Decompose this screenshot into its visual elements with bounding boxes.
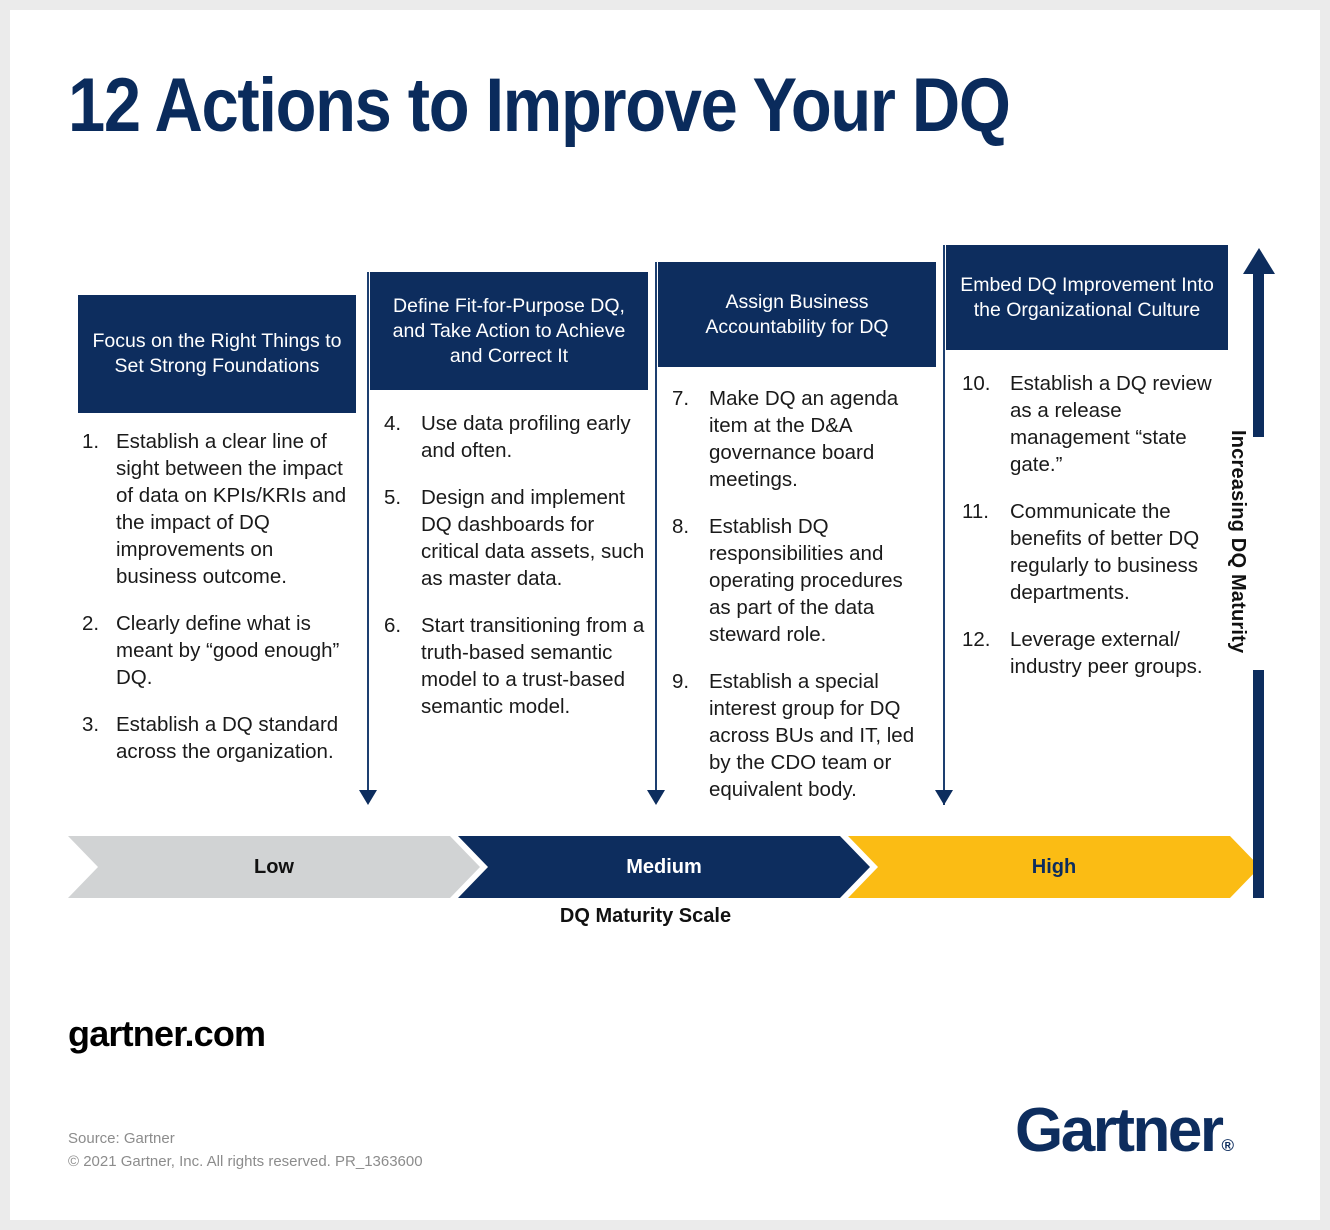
list-item-number: 6.	[384, 614, 402, 637]
list-item-text: Design and implement DQ dashboards for c…	[421, 486, 645, 590]
scale-segment-high[interactable]: High	[848, 836, 1260, 898]
column-2-divider-line	[367, 272, 369, 790]
list-item-number: 5.	[384, 486, 402, 509]
list-item-number: 8.	[672, 515, 690, 538]
list-item: 2. Clearly define what is meant by “good…	[82, 610, 358, 691]
scale-segment-medium[interactable]: Medium	[458, 836, 870, 898]
column-3-body: 7. Make DQ an agenda item at the D&A gov…	[672, 385, 922, 823]
list-item-number: 9.	[672, 670, 690, 693]
column-3-divider-line	[655, 262, 657, 790]
scale-segment-high-label: High	[1031, 855, 1077, 878]
list-item: 4. Use data profiling early and often.	[384, 410, 646, 464]
axis-shaft-bottom	[1253, 670, 1264, 898]
list-item: 10. Establish a DQ review as a release m…	[962, 370, 1230, 478]
page-title: 12 Actions to Improve Your DQ	[68, 63, 1011, 148]
scale-segment-low-label: Low	[254, 855, 294, 878]
column-4-divider-arrow-icon	[935, 790, 953, 805]
source-and-copyright: Source: Gartner © 2021 Gartner, Inc. All…	[68, 1127, 423, 1173]
list-item-text: Establish DQ responsibilities and operat…	[709, 515, 903, 646]
list-item-text: Establish a DQ standard across the organ…	[116, 713, 339, 763]
list-item-number: 11.	[962, 500, 989, 523]
gartner-logo: Gartner®	[1015, 1100, 1234, 1162]
gartner-com-text: gartner.com	[68, 1013, 266, 1054]
column-1-header: Focus on the Right Things to Set Strong …	[78, 295, 356, 413]
list-item: 3. Establish a DQ standard across the or…	[82, 711, 358, 765]
column-2-divider-arrow-icon	[359, 790, 377, 805]
list-item-text: Clearly define what is meant by “good en…	[116, 612, 340, 689]
gartner-logo-wordmark: Gartner	[1015, 1096, 1224, 1165]
source-text: Source: Gartner	[68, 1130, 175, 1147]
scale-segment-medium-label: Medium	[626, 855, 702, 878]
column-3-header: Assign Business Accountability for DQ	[658, 262, 936, 367]
list-item-number: 4.	[384, 412, 402, 435]
list-item: 9. Establish a special interest group fo…	[672, 668, 922, 803]
column-4-header: Embed DQ Improvement Into the Organizati…	[946, 245, 1228, 350]
list-item-text: Communicate the benefits of better DQ re…	[1010, 500, 1200, 604]
axis-label: Increasing DQ Maturity	[1227, 430, 1249, 654]
list-item: 7. Make DQ an agenda item at the D&A gov…	[672, 385, 922, 493]
registered-trademark-icon: ®	[1221, 1136, 1234, 1155]
list-item-text: Start transitioning from a truth-based s…	[421, 614, 645, 718]
column-1-body: 1. Establish a clear line of sight betwe…	[82, 428, 358, 785]
infographic-canvas: 12 Actions to Improve Your DQ Focus on t…	[10, 10, 1320, 1220]
list-item-text: Use data profiling early and often.	[421, 412, 631, 462]
list-item-text: Establish a DQ review as a release manag…	[1010, 372, 1212, 476]
dq-maturity-scale: Low Medium High	[68, 836, 1260, 898]
axis-shaft-top	[1253, 272, 1264, 437]
column-2-body: 4. Use data profiling early and often. 5…	[384, 410, 646, 740]
list-item-number: 7.	[672, 387, 690, 410]
list-item-number: 1.	[82, 430, 100, 453]
list-item-number: 3.	[82, 713, 100, 736]
column-4-body: 10. Establish a DQ review as a release m…	[962, 370, 1230, 700]
list-item: 11. Communicate the benefits of better D…	[962, 498, 1230, 606]
scale-caption: DQ Maturity Scale	[559, 905, 732, 927]
scale-segment-low[interactable]: Low	[68, 836, 480, 898]
list-item-text: Establish a clear line of sight between …	[116, 430, 347, 588]
list-item-number: 12.	[962, 628, 991, 651]
column-2-header: Define Fit-for-Purpose DQ, and Take Acti…	[370, 272, 648, 390]
up-arrow-icon	[1243, 248, 1275, 274]
list-item: 8. Establish DQ responsibilities and ope…	[672, 513, 922, 648]
list-item-number: 2.	[82, 612, 100, 635]
list-item-text: Make DQ an agenda item at the D&A govern…	[709, 387, 899, 491]
list-item: 6. Start transitioning from a truth-base…	[384, 612, 646, 720]
column-4-divider-line	[943, 245, 945, 805]
list-item: 5. Design and implement DQ dashboards fo…	[384, 484, 646, 592]
list-item-text: Leverage external/ industry peer groups.	[1010, 628, 1203, 678]
copyright-text: © 2021 Gartner, Inc. All rights reserved…	[68, 1153, 423, 1170]
column-3-divider-arrow-icon	[647, 790, 665, 805]
list-item-text: Establish a special interest group for D…	[709, 670, 915, 801]
list-item: 12. Leverage external/ industry peer gro…	[962, 626, 1230, 680]
list-item-number: 10.	[962, 372, 991, 395]
list-item: 1. Establish a clear line of sight betwe…	[82, 428, 358, 590]
